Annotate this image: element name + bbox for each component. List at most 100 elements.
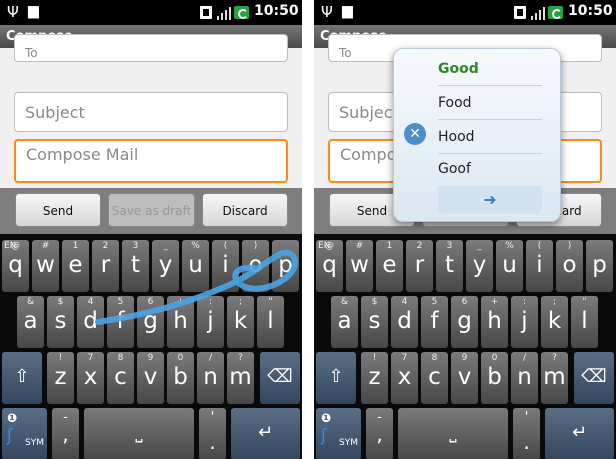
key-alt-label: %	[191, 241, 200, 251]
compose-form: To Subject Compose Mail	[0, 34, 302, 188]
key-alt-label: &	[340, 297, 349, 307]
key-y[interactable]: _ y	[152, 240, 179, 292]
key-c[interactable]: 8c	[421, 352, 448, 404]
key-label: v	[457, 364, 472, 390]
key-alt-label: ;	[552, 297, 557, 307]
comma-key[interactable]: -,	[52, 408, 79, 459]
period-key[interactable]: '.	[513, 408, 540, 459]
key-d[interactable]: 4d	[77, 296, 104, 348]
key-v[interactable]: 9v	[451, 352, 478, 404]
shift-key[interactable]: ⇧	[316, 352, 356, 404]
key-f[interactable]: 5f	[421, 296, 448, 348]
key-h[interactable]: + h	[481, 296, 508, 348]
key-label: r	[100, 252, 111, 278]
key-s[interactable]: $ s	[47, 296, 74, 348]
space-key[interactable]: ⎵	[398, 408, 508, 459]
usb-icon: Ψ	[321, 3, 333, 21]
swype-key[interactable]: ❶ ʃ SYM	[2, 408, 47, 459]
send-button[interactable]: Send	[15, 193, 101, 227]
key-h[interactable]: + h	[167, 296, 194, 348]
key-r[interactable]: 2r	[406, 240, 433, 292]
key-m[interactable]: ? m	[541, 352, 568, 404]
compose-mail-field[interactable]: Compose Mail	[14, 139, 288, 183]
key-b[interactable]: 0b	[167, 352, 194, 404]
key-label: k	[233, 308, 248, 334]
key-j[interactable]: :j	[511, 296, 538, 348]
key-n[interactable]: / n	[197, 352, 224, 404]
key-y[interactable]: _ y	[466, 240, 493, 292]
key-j[interactable]: :j	[197, 296, 224, 348]
key-alt-label: &	[26, 297, 35, 307]
key-w[interactable]: # w	[32, 240, 59, 292]
key-m[interactable]: ? m	[227, 352, 254, 404]
save-draft-button[interactable]: Save as draft	[108, 193, 195, 227]
swype-key[interactable]: ❶ ʃ SYM	[316, 408, 361, 459]
key-label: r	[414, 252, 425, 278]
key-a[interactable]: & a	[331, 296, 358, 348]
space-key[interactable]: ⎵	[84, 408, 194, 459]
to-field[interactable]: To	[14, 34, 288, 62]
suggestion-option[interactable]: Food	[438, 87, 542, 119]
discard-button[interactable]: Discard	[202, 193, 288, 227]
period-key[interactable]: '.	[199, 408, 226, 459]
key-p[interactable]: p	[586, 240, 613, 292]
key-label: p	[278, 252, 293, 278]
key-label: p	[592, 252, 607, 278]
shift-key[interactable]: ⇧	[2, 352, 42, 404]
key-k[interactable]: ; k	[541, 296, 568, 348]
key-i[interactable]: (i	[526, 240, 553, 292]
key-label: j	[207, 308, 214, 334]
sym-label: SYM	[339, 438, 358, 448]
key-i[interactable]: (i	[212, 240, 239, 292]
usb-icon: Ψ	[7, 3, 19, 21]
key-alt-label: 2	[102, 241, 109, 251]
key-t[interactable]: 3t	[122, 240, 149, 292]
key-f[interactable]: 5f	[107, 296, 134, 348]
suggestion-option[interactable]: Goof	[438, 153, 542, 185]
subject-field[interactable]: Subject	[14, 92, 288, 132]
key-l[interactable]: " l	[571, 296, 598, 348]
suggestion-selected[interactable]: Good	[438, 53, 542, 85]
backspace-key[interactable]: ⌫	[260, 352, 300, 404]
key-u[interactable]: % u	[496, 240, 523, 292]
key-label: n	[517, 364, 532, 390]
key-b[interactable]: 0b	[481, 352, 508, 404]
arrow-right-icon[interactable]: ➜	[438, 186, 542, 214]
comma-key[interactable]: -,	[366, 408, 393, 459]
key-o[interactable]: ) o	[556, 240, 583, 292]
key-v[interactable]: 9v	[137, 352, 164, 404]
key-r[interactable]: 2r	[92, 240, 119, 292]
key-alt-label: 9	[147, 353, 154, 363]
key-w[interactable]: # w	[346, 240, 373, 292]
key-c[interactable]: 8c	[107, 352, 134, 404]
battery-icon	[234, 6, 249, 19]
key-alt-label: 4	[87, 297, 94, 307]
key-u[interactable]: % u	[182, 240, 209, 292]
backspace-key[interactable]: ⌫	[574, 352, 614, 404]
key-l[interactable]: " l	[257, 296, 284, 348]
enter-key[interactable]: ↵	[231, 408, 300, 459]
key-t[interactable]: 3t	[436, 240, 463, 292]
key-label: i	[222, 252, 229, 278]
key-a[interactable]: & a	[17, 296, 44, 348]
enter-key[interactable]: ↵	[545, 408, 614, 459]
key-p[interactable]: p	[272, 240, 299, 292]
key-alt-label: $	[57, 297, 64, 307]
suggestion-option[interactable]: Hood	[438, 121, 542, 153]
key-z[interactable]: ! z	[361, 352, 388, 404]
key-e[interactable]: 1e	[62, 240, 89, 292]
key-n[interactable]: / n	[511, 352, 538, 404]
key-s[interactable]: $ s	[361, 296, 388, 348]
close-icon[interactable]: ✕	[404, 123, 426, 145]
key-x[interactable]: 7x	[391, 352, 418, 404]
key-e[interactable]: 1e	[376, 240, 403, 292]
key-alt-label: 3	[446, 241, 453, 251]
key-g[interactable]: 6g	[451, 296, 478, 348]
key-x[interactable]: 7x	[77, 352, 104, 404]
key-k[interactable]: ; k	[227, 296, 254, 348]
key-d[interactable]: 4d	[391, 296, 418, 348]
key-g[interactable]: 6g	[137, 296, 164, 348]
key-o[interactable]: ) o	[242, 240, 269, 292]
key-z[interactable]: ! z	[47, 352, 74, 404]
apostrophe-label: '	[210, 410, 215, 425]
